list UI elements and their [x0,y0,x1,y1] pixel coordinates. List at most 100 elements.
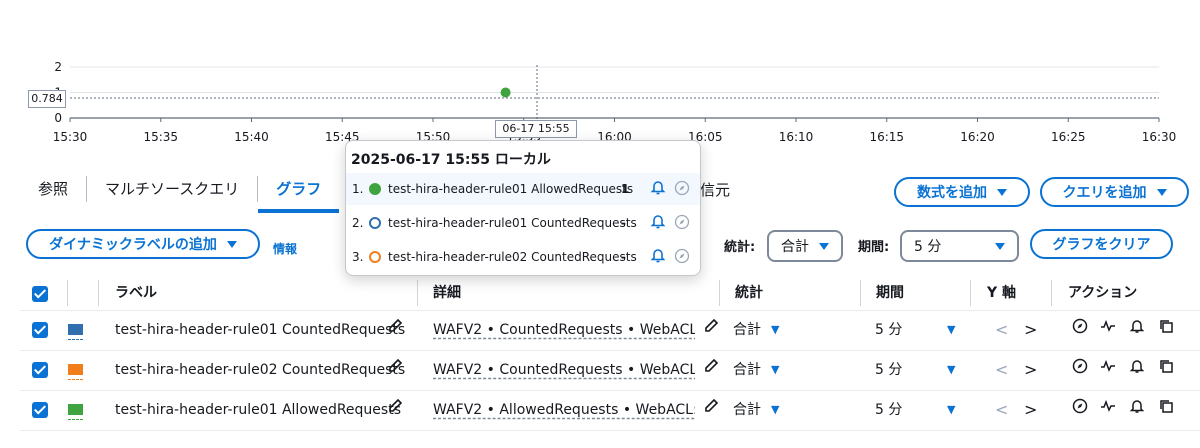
edit-label-pencil-icon[interactable] [387,310,403,350]
copy-icon[interactable] [1158,390,1174,430]
clear-graph-button[interactable]: グラフをクリア [1030,229,1173,259]
compass-icon[interactable] [674,248,690,267]
y-axis-right-icon[interactable]: > [1024,350,1037,390]
period-caret-icon[interactable]: ▼ [947,390,955,430]
tooltip-item-value: - [621,216,626,230]
y-axis-left-icon[interactable]: < [995,310,1008,350]
row-detail[interactable]: WAFV2 • AllowedRequests • WebACL: test [433,390,695,430]
stat-label: 統計: [724,240,756,255]
anomaly-detection-icon[interactable] [1100,310,1116,350]
bell-icon[interactable] [650,246,666,267]
col-header-period[interactable]: 期間 [876,276,904,310]
tooltip-item[interactable]: 2. test-hira-header-rule01 CountedReques… [346,207,700,239]
stat-caret-icon[interactable]: ▼ [771,390,779,430]
metric-chart: 210 15:3015:3515:4015:4515:5015:5516:001… [53,60,1177,144]
metrics-table-header: ラベル 詳細 統計 期間 Y 軸 アクション [20,276,1200,311]
edit-detail-pencil-icon[interactable] [703,310,719,350]
tooltip-item-number: 3. [352,250,364,264]
tooltip-item[interactable]: 1. test-hira-header-rule01 AllowedReques… [346,173,700,205]
anomaly-detection-icon[interactable] [1100,390,1116,430]
tab-graphed-metrics[interactable]: グラフ [258,170,340,213]
table-row: test-hira-header-rule02 CountedRequests … [20,350,1200,391]
bell-icon[interactable] [1129,390,1145,430]
add-math-button[interactable]: 数式を追加 [894,177,1030,207]
series-dot-icon [369,183,381,195]
row-period[interactable]: 5 分 [875,350,902,390]
period-caret-icon[interactable]: ▼ [947,310,955,350]
period-caret-icon[interactable]: ▼ [947,350,955,390]
y-axis-left-icon[interactable]: < [995,350,1008,390]
series-color-swatch[interactable] [68,364,83,375]
compass-icon[interactable] [1072,350,1088,390]
bell-icon[interactable] [650,178,666,199]
bell-icon[interactable] [650,212,666,233]
bell-icon[interactable] [1129,310,1145,350]
row-stat[interactable]: 合計 [733,350,761,390]
stat-select[interactable]: 合計 [767,230,843,262]
row-checkbox[interactable] [32,322,48,338]
col-header-y-axis[interactable]: Y 軸 [987,276,1016,310]
period-label: 期間: [858,240,890,255]
stat-caret-icon[interactable]: ▼ [771,310,779,350]
tooltip-item-value: - [621,250,626,264]
period-select[interactable]: 5 分 [900,230,1019,262]
tooltip-item[interactable]: 3. test-hira-header-rule02 CountedReques… [346,241,700,273]
column-divider [1051,280,1052,306]
tab-browse[interactable]: 参照 [20,170,86,207]
edit-label-pencil-icon[interactable] [387,390,403,430]
column-divider [970,280,971,306]
add-query-button[interactable]: クエリを追加 [1040,177,1189,207]
tooltip-title: 2025-06-17 15:55 ローカル [351,152,551,168]
stat-caret-icon[interactable]: ▼ [771,350,779,390]
y-axis-right-icon[interactable]: > [1024,390,1037,430]
edit-label-pencil-icon[interactable] [387,350,403,390]
bell-icon[interactable] [1129,350,1145,390]
x-tick-label: 16:25 [1051,130,1086,144]
data-point[interactable] [500,87,511,98]
row-stat[interactable]: 合計 [733,310,761,350]
row-detail[interactable]: WAFV2 • CountedRequests • WebACL: tes [433,310,695,350]
x-tick-label: 15:35 [143,130,178,144]
compass-icon[interactable] [1072,310,1088,350]
info-link[interactable]: 情報 [273,240,297,257]
add-dynamic-label-text: ダイナミックラベルの追加 [49,237,217,253]
col-header-stat[interactable]: 統計 [735,276,763,310]
col-header-label[interactable]: ラベル [115,276,157,310]
datapoint-tooltip: 2025-06-17 15:55 ローカル 1. test-hira-heade… [345,140,701,276]
select-all-checkbox[interactable] [32,286,48,302]
tab-source[interactable]: 信元 [700,179,730,200]
series-color-swatch[interactable] [68,404,83,415]
data-points [500,87,511,98]
row-period[interactable]: 5 分 [875,390,902,430]
edit-detail-pencil-icon[interactable] [703,390,719,430]
clear-graph-label: グラフをクリア [1052,237,1151,253]
compass-icon[interactable] [674,180,690,199]
col-header-detail[interactable]: 詳細 [433,276,461,310]
copy-icon[interactable] [1158,350,1174,390]
tooltip-item-name: test-hira-header-rule01 AllowedRequests [388,182,634,196]
x-tick-label: 15:40 [234,130,269,144]
row-detail[interactable]: WAFV2 • CountedRequests • WebACL: tes [433,350,695,390]
y-tick-label: 0 [54,111,62,125]
column-divider [417,280,418,306]
row-period[interactable]: 5 分 [875,310,902,350]
row-stat[interactable]: 合計 [733,390,761,430]
x-tick-label: 16:15 [869,130,904,144]
copy-icon[interactable] [1158,310,1174,350]
edit-detail-pencil-icon[interactable] [703,350,719,390]
anomaly-detection-icon[interactable] [1100,350,1116,390]
series-color-swatch[interactable] [68,324,83,335]
row-checkbox[interactable] [32,362,48,378]
y-axis-right-icon[interactable]: > [1024,310,1037,350]
compass-icon[interactable] [674,214,690,233]
tab-multi-source-query[interactable]: マルチソースクエリ [87,170,257,207]
tooltip-item-number: 1. [352,182,364,196]
compass-icon[interactable] [1072,390,1088,430]
y-axis-left-icon[interactable]: < [995,390,1008,430]
col-header-actions[interactable]: アクション [1068,276,1137,310]
chevron-down-icon [997,188,1007,196]
add-dynamic-label-button[interactable]: ダイナミックラベルの追加 [26,229,260,259]
tooltip-item-name: test-hira-header-rule01 CountedRequests [388,216,637,230]
row-checkbox[interactable] [32,402,48,418]
grid-lines [70,66,1159,119]
